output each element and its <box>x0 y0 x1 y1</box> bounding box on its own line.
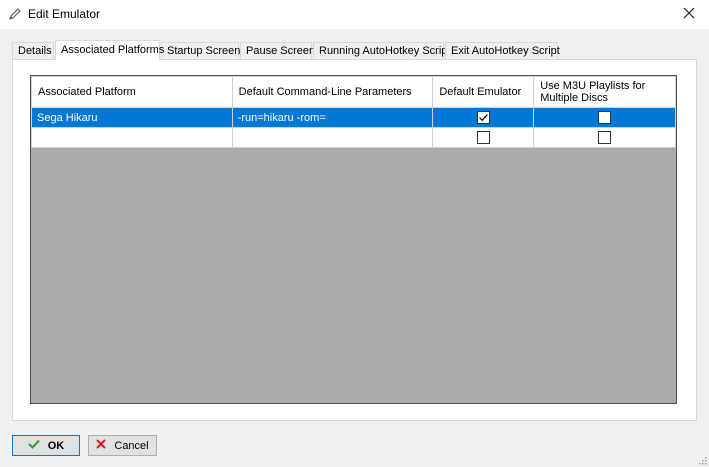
default-emulator-checkbox[interactable] <box>476 111 490 124</box>
window-title: Edit Emulator <box>28 7 101 21</box>
tab-exit-autohotkey-script[interactable]: Exit AutoHotkey Script <box>445 42 560 60</box>
column-header-use-m3u-playlists[interactable]: Use M3U Playlists for Multiple Discs <box>533 76 676 108</box>
ok-label: OK <box>47 439 65 452</box>
x-icon <box>96 439 107 452</box>
close-icon <box>683 7 695 22</box>
platform-cell[interactable] <box>31 127 233 148</box>
checkmark-icon <box>28 439 40 452</box>
column-header-command-line-parameters[interactable]: Default Command-Line Parameters <box>231 76 434 108</box>
tab-pause-screen[interactable]: Pause Screen <box>240 42 315 60</box>
table-row[interactable] <box>31 127 676 148</box>
column-header-associated-platform[interactable]: Associated Platform <box>31 76 233 108</box>
pencil-icon <box>8 7 22 21</box>
resize-grip-icon[interactable] <box>697 455 707 465</box>
default-emulator-checkbox[interactable] <box>476 131 490 144</box>
column-header-default-emulator[interactable]: Default Emulator <box>432 76 535 108</box>
params-cell[interactable] <box>231 127 434 148</box>
ok-button[interactable]: OK <box>12 435 80 456</box>
tab-running-autohotkey-script[interactable]: Running AutoHotkey Script <box>313 42 450 60</box>
use-m3u-checkbox[interactable] <box>598 131 612 144</box>
close-button[interactable] <box>669 0 709 29</box>
use-m3u-checkbox[interactable] <box>598 111 612 124</box>
tab-associated-platforms[interactable]: Associated Platforms <box>55 40 164 60</box>
checkmark-icon <box>478 114 488 122</box>
use-m3u-cell[interactable] <box>533 107 676 128</box>
title-bar: Edit Emulator <box>0 0 709 29</box>
tab-startup-screen[interactable]: Startup Screen <box>161 42 240 60</box>
table-row[interactable]: Sega Hikaru -run=hikaru -rom= <box>31 107 676 128</box>
cancel-button[interactable]: Cancel <box>88 435 157 456</box>
params-cell[interactable]: -run=hikaru -rom= <box>231 107 434 128</box>
cancel-label: Cancel <box>114 439 149 452</box>
grid-header-row: Associated Platform Default Command-Line… <box>31 76 676 108</box>
default-emulator-cell[interactable] <box>432 107 535 128</box>
platform-cell[interactable]: Sega Hikaru <box>31 107 233 128</box>
tab-details[interactable]: Details <box>12 42 54 60</box>
use-m3u-cell[interactable] <box>533 127 676 148</box>
platforms-grid[interactable]: Associated Platform Default Command-Line… <box>30 75 677 404</box>
default-emulator-cell[interactable] <box>432 127 535 148</box>
